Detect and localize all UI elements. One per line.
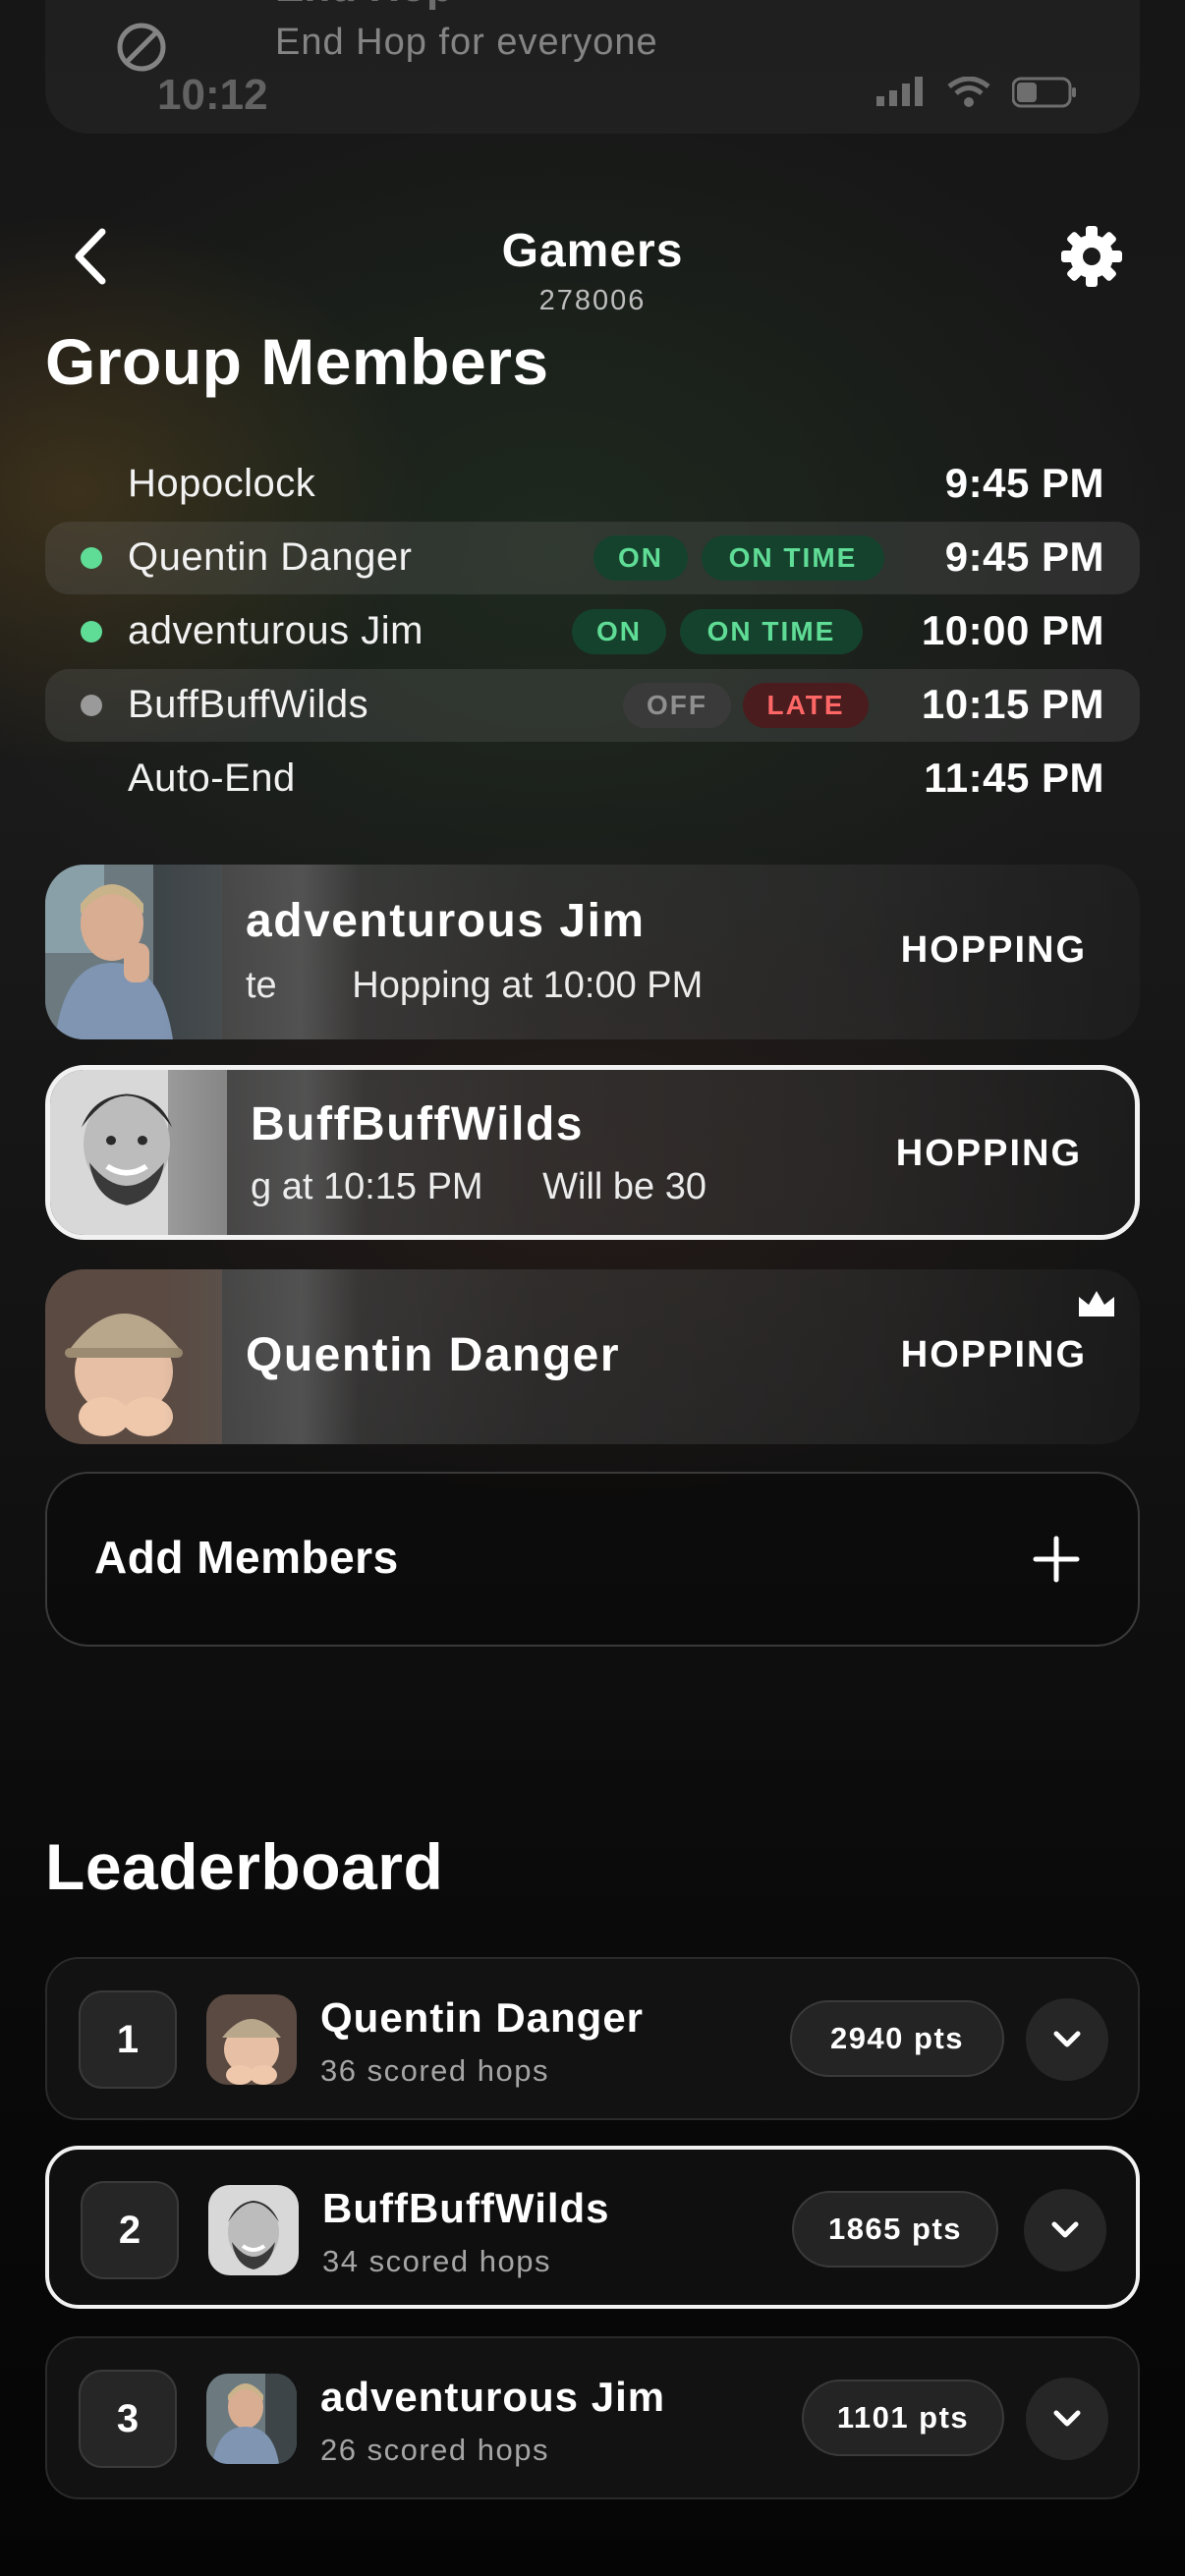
- member-name: BuffBuffWilds: [251, 1098, 584, 1150]
- punctuality-badge: ON TIME: [680, 609, 863, 654]
- hop-status: HOPPING: [900, 1334, 1087, 1375]
- notification-body: End Hop for everyone: [275, 22, 658, 63]
- leaderboard-name: adventurous Jim: [320, 2374, 666, 2420]
- expand-button[interactable]: [1026, 1998, 1108, 2081]
- leaderboard-row[interactable]: 3 adventurous Jim 26 scored hops 1101 pt…: [45, 2336, 1140, 2499]
- avatar: [208, 2185, 299, 2275]
- chevron-down-icon: [1053, 2031, 1081, 2047]
- schedule-row-auto-end: Auto-End 11:45 PM: [45, 743, 1140, 815]
- leaderboard-title: Leaderboard: [45, 1830, 444, 1903]
- rank-badge: 2: [81, 2181, 179, 2279]
- schedule-time: 9:45 PM: [944, 460, 1104, 506]
- group-code: 278006: [538, 285, 647, 316]
- leaderboard-name: Quentin Danger: [320, 1994, 645, 2041]
- member-card-quentin[interactable]: Quentin Danger HOPPING: [45, 1269, 1140, 1444]
- member-name: Quentin Danger: [246, 1329, 621, 1381]
- leaderboard-row[interactable]: 1 Quentin Danger 36 scored hops 2940 pts: [45, 1957, 1140, 2120]
- member-card-jim[interactable]: adventurous Jim te Hopping at 10:00 PM H…: [45, 865, 1140, 1039]
- points-badge: 1865 pts: [792, 2191, 998, 2268]
- hop-status: HOPPING: [895, 1133, 1082, 1174]
- ticker-text: Will be 30: [542, 1166, 706, 1207]
- avatar: [206, 1994, 297, 2085]
- ticker-start: te: [246, 965, 277, 1006]
- scored-hops: 34 scored hops: [322, 2244, 551, 2278]
- late-badge: LATE: [743, 683, 869, 728]
- schedule-name: BuffBuffWilds: [128, 683, 369, 726]
- rank-badge: 3: [79, 2370, 177, 2468]
- schedule-name: Auto-End: [128, 756, 296, 800]
- schedule-name: Hopoclock: [128, 462, 316, 505]
- battery-icon: [1012, 77, 1076, 108]
- chevron-down-icon: [1053, 2410, 1081, 2427]
- schedule-time: 10:00 PM: [921, 607, 1104, 653]
- schedule-name: Quentin Danger: [128, 535, 413, 579]
- plus-icon: [1033, 1536, 1080, 1583]
- member-name: adventurous Jim: [246, 895, 646, 947]
- member-card-buffbuffwilds[interactable]: BuffBuffWilds g at 10:15 PM Will be 30 H…: [45, 1065, 1140, 1240]
- scored-hops: 26 scored hops: [320, 2433, 549, 2467]
- wifi-icon: [947, 77, 990, 107]
- leaderboard-name: BuffBuffWilds: [322, 2185, 610, 2231]
- expand-button[interactable]: [1024, 2189, 1106, 2271]
- points-badge: 2940 pts: [790, 2000, 1004, 2077]
- offline-badge: OFF: [623, 683, 731, 728]
- punctuality-badge: ON TIME: [702, 535, 884, 581]
- crown-icon: [1079, 1291, 1114, 1316]
- online-status-dot: [81, 621, 102, 643]
- online-status-dot: [81, 547, 102, 569]
- status-ticker: g at 10:15 PM Will be 30: [251, 1166, 801, 1219]
- schedule-time: 11:45 PM: [924, 755, 1104, 801]
- schedule-time: 10:15 PM: [921, 681, 1104, 727]
- notification-title: End Hop: [275, 0, 453, 12]
- no-entry-icon: [117, 23, 166, 72]
- schedule-row-hopoclock: Hopoclock 9:45 PM: [45, 448, 1140, 521]
- ticker-text: Hopping at 10:00 PM: [352, 965, 704, 1006]
- scored-hops: 36 scored hops: [320, 2053, 549, 2088]
- online-badge: ON: [572, 609, 666, 654]
- points-badge: 1101 pts: [802, 2380, 1004, 2456]
- schedule-row-buffbuffwilds[interactable]: BuffBuffWilds OFF LATE 10:15 PM: [45, 669, 1140, 742]
- schedule-time: 9:45 PM: [944, 533, 1104, 580]
- status-bar-time: 10:12: [157, 71, 268, 119]
- schedule-row-quentin[interactable]: Quentin Danger ON ON TIME 9:45 PM: [45, 522, 1140, 594]
- rank-badge: 1: [79, 1990, 177, 2089]
- online-badge: ON: [593, 535, 688, 581]
- leaderboard-row[interactable]: 2 BuffBuffWilds 34 scored hops 1865 pts: [45, 2146, 1140, 2309]
- group-members-title: Group Members: [45, 325, 549, 398]
- chevron-down-icon: [1051, 2221, 1079, 2238]
- schedule-name: adventurous Jim: [128, 609, 423, 652]
- add-members-label: Add Members: [94, 1532, 399, 1583]
- schedule-row-jim[interactable]: adventurous Jim ON ON TIME 10:00 PM: [45, 595, 1140, 668]
- group-name: Gamers: [501, 225, 684, 277]
- hop-status: HOPPING: [900, 929, 1087, 971]
- avatar: [206, 2374, 297, 2464]
- expand-button[interactable]: [1026, 2378, 1108, 2460]
- status-bar-icons: [876, 77, 1077, 108]
- gear-icon[interactable]: [1057, 222, 1126, 291]
- add-members-button[interactable]: Add Members: [45, 1472, 1140, 1647]
- cellular-signal-icon: [876, 77, 923, 106]
- status-ticker: te Hopping at 10:00 PM: [246, 965, 796, 1018]
- ticker-start: g at 10:15 PM: [251, 1166, 483, 1207]
- offline-status-dot: [81, 695, 102, 716]
